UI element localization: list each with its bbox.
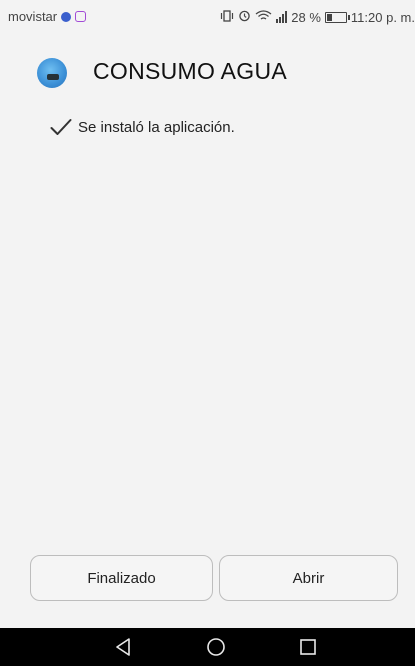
finish-button[interactable]: Finalizado [30, 555, 213, 601]
open-button[interactable]: Abrir [219, 555, 398, 601]
carrier-name: movistar [8, 9, 58, 24]
app-header: CONSUMO AGUA [0, 48, 415, 96]
status-bar-right: 28 % 11:20 p. m. [220, 9, 415, 25]
install-status-text: Se instaló la aplicación. [78, 118, 235, 136]
install-status-message: Se instaló la aplicación. [50, 118, 235, 136]
status-bar-left: movistar [8, 9, 87, 24]
clock-time: 11:20 p. m. [350, 9, 415, 25]
signal-strength-icon [276, 11, 288, 23]
battery-icon [324, 11, 350, 23]
battery-percent: 28 % [291, 9, 321, 25]
status-bar: movistar 28 % 11:20 p. m. [0, 0, 415, 34]
instagram-notification-icon [75, 11, 87, 22]
recent-apps-icon[interactable] [297, 636, 319, 658]
vibrate-icon [220, 9, 234, 25]
back-icon[interactable] [113, 636, 135, 658]
check-icon [50, 119, 72, 135]
home-icon[interactable] [205, 636, 227, 658]
app-icon [37, 58, 67, 88]
alarm-icon [238, 9, 251, 25]
messenger-notification-icon [61, 11, 72, 22]
wifi-icon [255, 9, 272, 25]
app-title: CONSUMO AGUA [93, 58, 288, 84]
navigation-bar [0, 628, 415, 666]
